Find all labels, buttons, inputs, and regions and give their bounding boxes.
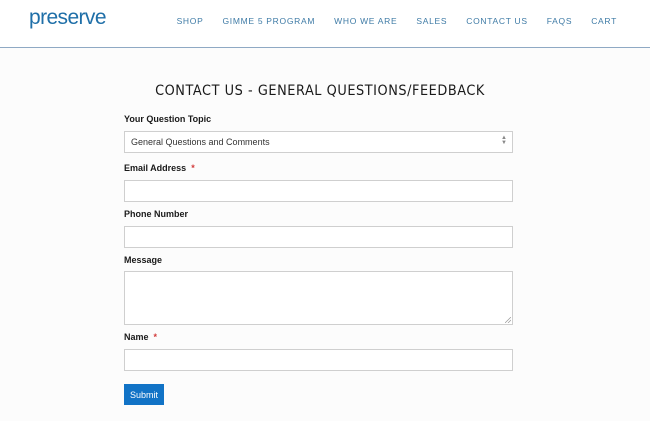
- submit-button[interactable]: Submit: [124, 384, 164, 405]
- select-arrows-icon: ▲ ▼: [501, 135, 507, 146]
- nav-cart[interactable]: CART: [591, 16, 617, 26]
- phone-label: Phone Number: [124, 209, 189, 219]
- topic-select-value: General Questions and Comments: [131, 137, 270, 147]
- topic-select[interactable]: General Questions and Comments ▲ ▼: [124, 131, 513, 153]
- nav-contact-us[interactable]: CONTACT US: [466, 16, 527, 26]
- nav-faqs[interactable]: FAQS: [547, 16, 572, 26]
- name-field[interactable]: [124, 349, 513, 371]
- message-label: Message: [124, 255, 163, 265]
- resize-handle-icon[interactable]: [505, 317, 511, 323]
- nav-shop[interactable]: SHOP: [177, 16, 204, 26]
- nav-who-we-are[interactable]: WHO WE ARE: [334, 16, 397, 26]
- name-required-marker: *: [153, 332, 158, 342]
- email-field[interactable]: [124, 180, 513, 202]
- page-title: CONTACT US - GENERAL QUESTIONS/FEEDBACK: [155, 83, 485, 99]
- nav-gimme-5-program[interactable]: GIMME 5 PROGRAM: [222, 16, 315, 26]
- email-required-marker: *: [191, 163, 195, 173]
- main-nav: SHOP GIMME 5 PROGRAM WHO WE ARE SALES CO…: [177, 16, 617, 26]
- preserve-logo[interactable]: preserve: [29, 6, 107, 30]
- name-label-text: Name: [124, 332, 149, 342]
- email-label-text: Email Address: [124, 163, 187, 173]
- site-header: preserve SHOP GIMME 5 PROGRAM WHO WE ARE…: [0, 0, 650, 48]
- topic-label: Your Question Topic: [124, 114, 212, 124]
- phone-field[interactable]: [124, 226, 513, 248]
- email-label: Email Address *: [124, 163, 195, 173]
- message-textarea[interactable]: [124, 271, 513, 325]
- nav-sales[interactable]: SALES: [416, 16, 447, 26]
- name-label: Name *: [124, 332, 157, 342]
